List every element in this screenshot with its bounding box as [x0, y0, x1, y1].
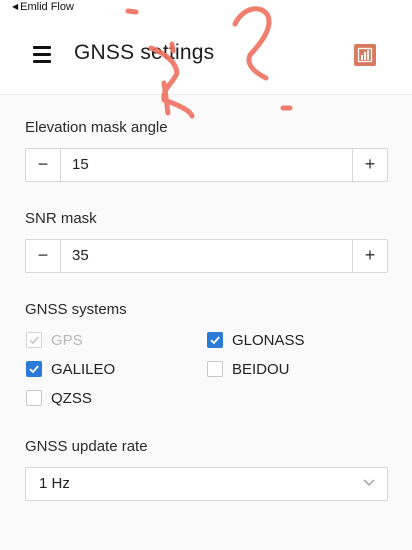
status-bar: ◀ Emlid Flow: [0, 0, 412, 14]
snr-mask-decrement-button[interactable]: −: [26, 240, 61, 272]
snr-mask-increment-button[interactable]: +: [352, 240, 387, 272]
chevron-down-icon: [363, 479, 375, 486]
qzss-label: QZSS: [51, 390, 92, 407]
galileo-label: GALILEO: [51, 361, 116, 378]
settings-content: Elevation mask angle − 15 + SNR mask − 3…: [0, 95, 412, 550]
glonass-label: GLONASS: [232, 332, 305, 349]
hamburger-menu-icon[interactable]: [33, 46, 51, 63]
page-title: GNSS settings: [74, 41, 215, 64]
elevation-mask-stepper: − 15 +: [25, 148, 388, 182]
elevation-mask-label: Elevation mask angle: [25, 119, 168, 136]
snr-mask-input[interactable]: 35: [72, 240, 89, 272]
gnss-systems-label: GNSS systems: [25, 301, 127, 318]
gnss-update-rate-label: GNSS update rate: [25, 438, 148, 455]
back-triangle-icon: ◀: [12, 2, 19, 11]
snr-mask-label: SNR mask: [25, 210, 97, 227]
app-header: GNSS settings: [0, 14, 412, 95]
update-rate-selected-value: 1 Hz: [39, 475, 70, 492]
elevation-mask-input[interactable]: 15: [72, 149, 89, 181]
elevation-mask-increment-button[interactable]: +: [352, 149, 387, 181]
galileo-checkbox-box[interactable]: [26, 361, 42, 377]
gps-checkbox-box[interactable]: [26, 332, 42, 348]
back-app-label: Emlid Flow: [20, 1, 74, 13]
gps-label: GPS: [51, 332, 83, 349]
snr-mask-stepper: − 35 +: [25, 239, 388, 273]
back-to-app-link[interactable]: ◀ Emlid Flow: [12, 0, 74, 14]
beidou-label: BEIDOU: [232, 361, 290, 378]
elevation-mask-decrement-button[interactable]: −: [26, 149, 61, 181]
bar-chart-icon[interactable]: [354, 44, 376, 66]
gnss-update-rate-select[interactable]: 1 Hz: [25, 467, 388, 501]
beidou-checkbox-box[interactable]: [207, 361, 223, 377]
glonass-checkbox-box[interactable]: [207, 332, 223, 348]
qzss-checkbox-box[interactable]: [26, 390, 42, 406]
